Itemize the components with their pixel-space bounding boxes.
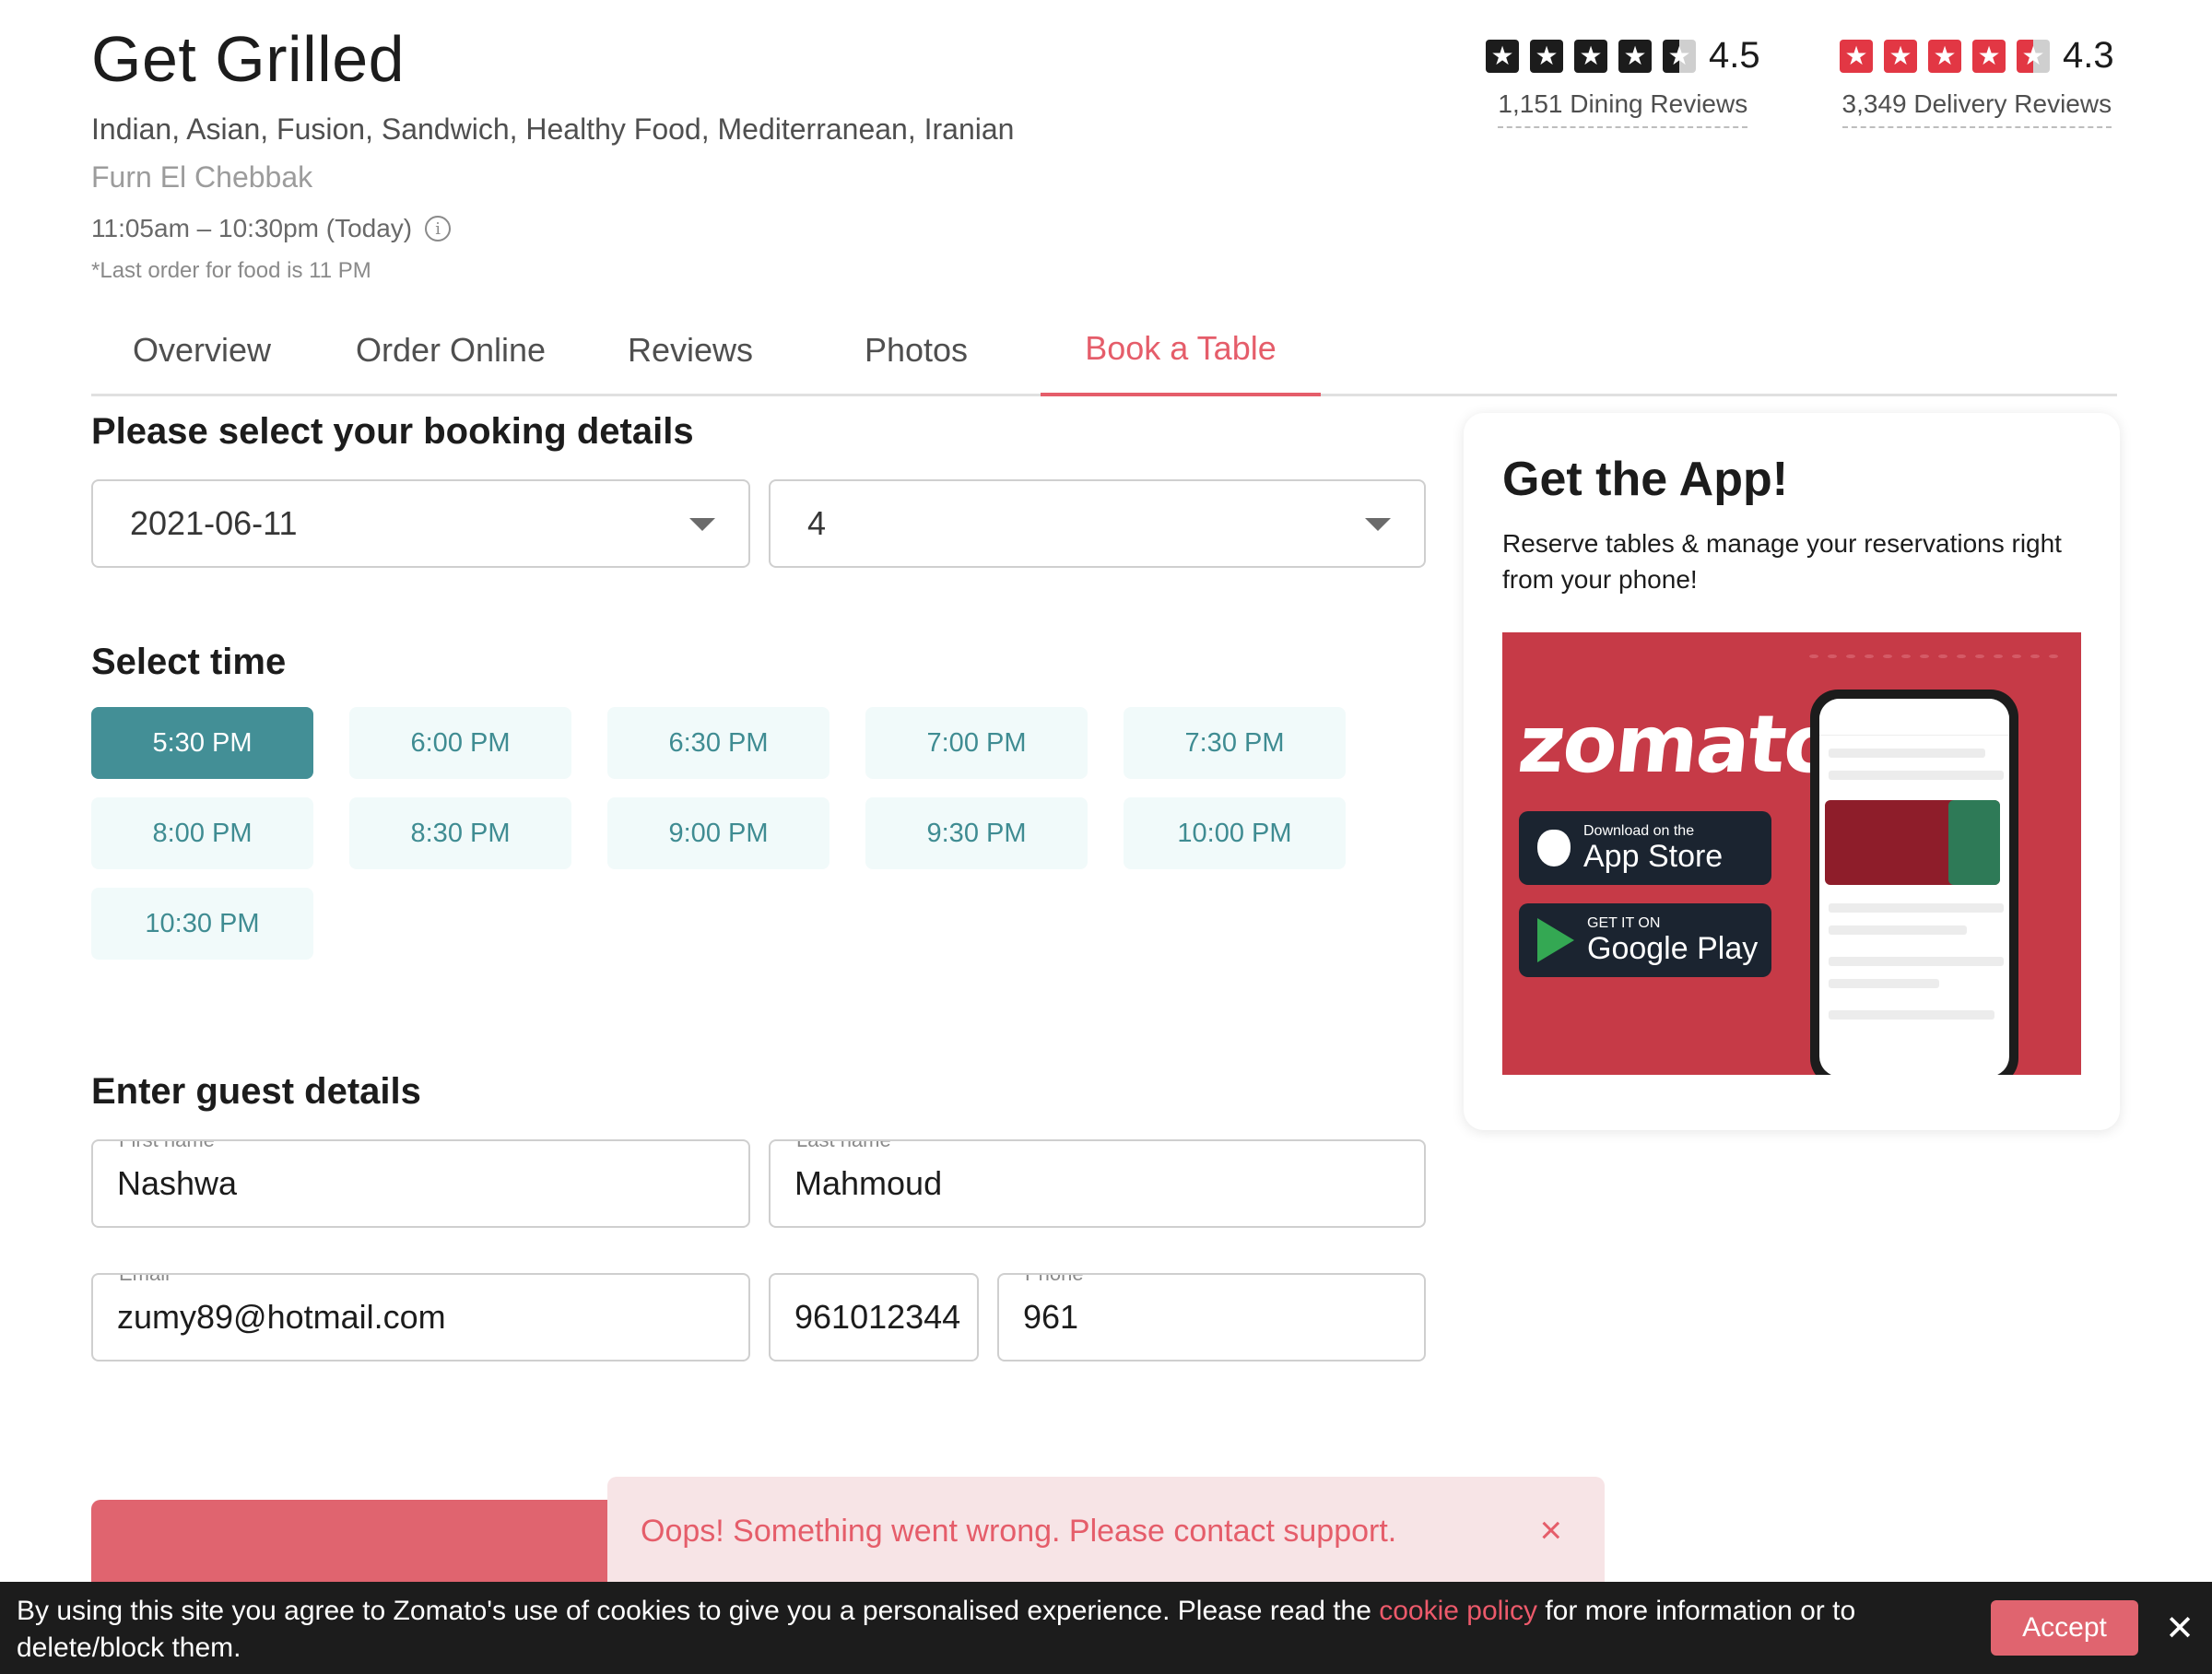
cuisines: Indian, Asian, Fusion, Sandwich, Healthy…: [91, 112, 1015, 146]
opening-hours: 11:05am – 10:30pm (Today) i: [91, 214, 452, 243]
info-icon[interactable]: i: [425, 216, 452, 242]
phone-label: Phone: [1018, 1275, 1091, 1286]
email-value: zumy89@hotmail.com: [117, 1298, 446, 1336]
time-slot[interactable]: 8:00 PM: [91, 797, 313, 869]
tab-book-a-table[interactable]: Book a Table: [1041, 304, 1321, 396]
half-star-icon: ★: [2017, 39, 2050, 73]
date-select[interactable]: 2021-06-11: [91, 479, 750, 568]
delivery-rating-value: 4.3: [2063, 35, 2114, 76]
guests-select[interactable]: 4: [769, 479, 1426, 568]
tab-reviews[interactable]: Reviews: [589, 304, 792, 396]
guest-details-heading: Enter guest details: [91, 1071, 421, 1112]
dining-rating-value: 4.5: [1709, 35, 1760, 76]
error-message: Oops! Something went wrong. Please conta…: [641, 1513, 1397, 1549]
phone-mockup: [1810, 690, 2018, 1075]
time-slot[interactable]: 8:30 PM: [349, 797, 571, 869]
google-play-icon: [1537, 918, 1574, 962]
app-promo-banner: zomato Download on the App Store GET IT …: [1502, 632, 2081, 1075]
star-icon: ★: [1486, 39, 1519, 73]
time-slot[interactable]: 9:00 PM: [607, 797, 830, 869]
google-play-big-text: Google Play: [1587, 931, 1759, 966]
locality[interactable]: Furn El Chebbak: [91, 160, 312, 195]
apple-icon: [1537, 830, 1571, 866]
tab-order-online[interactable]: Order Online: [312, 304, 589, 396]
accept-cookies-button[interactable]: Accept: [1991, 1600, 2138, 1656]
date-value: 2021-06-11: [130, 504, 298, 542]
error-toast: Oops! Something went wrong. Please conta…: [607, 1477, 1605, 1586]
time-slot[interactable]: 7:30 PM: [1124, 707, 1346, 779]
decorative-dots: [1805, 653, 2063, 660]
offer-image: [1948, 800, 2000, 885]
time-slot[interactable]: 6:30 PM: [607, 707, 830, 779]
last-name-value: Mahmoud: [794, 1164, 943, 1202]
delivery-reviews-link[interactable]: 3,349 Delivery Reviews: [1841, 89, 2112, 128]
chevron-down-icon: [689, 518, 715, 531]
star-icon: ★: [1840, 39, 1873, 73]
get-app-card: Get the App! Reserve tables & manage you…: [1464, 413, 2120, 1130]
email-field[interactable]: Email zumy89@hotmail.com: [91, 1273, 750, 1362]
star-icon: ★: [1574, 39, 1607, 73]
last-name-label: Last name: [789, 1141, 899, 1152]
time-slot[interactable]: 7:00 PM: [865, 707, 1088, 779]
book-submit-button[interactable]: [91, 1500, 644, 1583]
google-play-button[interactable]: GET IT ON Google Play: [1519, 903, 1771, 977]
star-icon: ★: [1972, 39, 2006, 73]
cookie-banner: By using this site you agree to Zomato's…: [0, 1582, 2212, 1674]
last-name-field[interactable]: Last name Mahmoud: [769, 1139, 1426, 1228]
first-name-field[interactable]: First name Nashwa: [91, 1139, 750, 1228]
get-app-text: Reserve tables & manage your reservation…: [1502, 529, 2062, 594]
star-icon: ★: [1618, 39, 1652, 73]
restaurant-tabs: Overview Order Online Reviews Photos Boo…: [91, 304, 2117, 396]
dining-reviews-link[interactable]: 1,151 Dining Reviews: [1498, 89, 1748, 128]
zomato-logo: zomato: [1513, 699, 1842, 791]
time-slot[interactable]: 9:30 PM: [865, 797, 1088, 869]
half-star-icon: ★: [1663, 39, 1696, 73]
time-slot[interactable]: 5:30 PM: [91, 707, 313, 779]
hours-text: 11:05am – 10:30pm (Today): [91, 214, 413, 242]
app-store-button[interactable]: Download on the App Store: [1519, 811, 1771, 885]
phone-field[interactable]: Phone 961: [997, 1273, 1426, 1362]
first-name-label: First name: [112, 1141, 222, 1152]
last-order-note: *Last order for food is 11 PM: [91, 258, 371, 283]
select-time-heading: Select time: [91, 642, 287, 682]
app-store-big-text: App Store: [1583, 839, 1724, 874]
tab-photos[interactable]: Photos: [792, 304, 1041, 396]
chevron-down-icon: [1365, 518, 1391, 531]
close-icon[interactable]: ✕: [2161, 1600, 2198, 1656]
cookie-text-before: By using this site you agree to Zomato's…: [17, 1596, 1380, 1626]
close-icon[interactable]: ×: [1539, 1508, 1562, 1552]
star-icon: ★: [1530, 39, 1563, 73]
cookie-policy-link[interactable]: cookie policy: [1379, 1596, 1537, 1626]
time-slot[interactable]: 10:30 PM: [91, 888, 313, 960]
email-label: Email: [112, 1275, 178, 1286]
time-slot[interactable]: 10:00 PM: [1124, 797, 1346, 869]
cookie-text: By using this site you agree to Zomato's…: [17, 1593, 1971, 1667]
first-name-value: Nashwa: [117, 1164, 238, 1202]
star-icon: ★: [1884, 39, 1917, 73]
app-store-small-text: Download on the: [1583, 823, 1695, 839]
star-icon: ★: [1928, 39, 1961, 73]
country-code-value: 961012344: [794, 1298, 961, 1336]
delivery-rating[interactable]: ★ ★ ★ ★ ★ 4.3 3,349 Delivery Reviews: [1840, 35, 2114, 128]
restaurant-name: Get Grilled: [91, 23, 406, 95]
dining-rating[interactable]: ★ ★ ★ ★ ★ 4.5 1,151 Dining Reviews: [1486, 35, 1760, 128]
country-code-field[interactable]: 961012344: [769, 1273, 979, 1362]
get-app-title: Get the App!: [1502, 453, 1789, 506]
time-slot[interactable]: 6:00 PM: [349, 707, 571, 779]
google-play-small-text: GET IT ON: [1587, 915, 1661, 931]
phone-value: 961: [1023, 1298, 1079, 1336]
phone-screen: [1819, 699, 2009, 1075]
booking-details-heading: Please select your booking details: [91, 411, 694, 452]
guests-value: 4: [807, 504, 827, 542]
tab-overview[interactable]: Overview: [91, 304, 312, 396]
